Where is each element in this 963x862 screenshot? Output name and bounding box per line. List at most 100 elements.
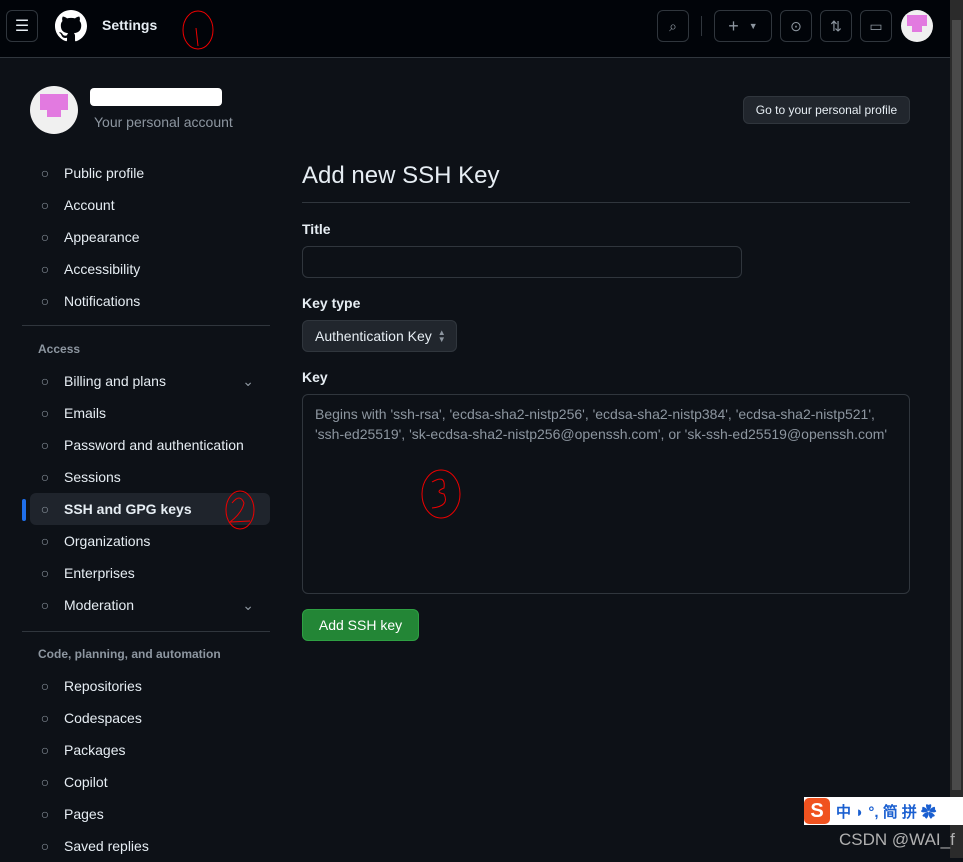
sidebar-item-label: Organizations <box>64 533 151 549</box>
sidebar-item-codespaces[interactable]: ○ Codespaces <box>30 702 270 734</box>
person-icon: ○ <box>40 165 50 181</box>
menu-button[interactable]: ☰ <box>6 10 38 42</box>
sidebar-item-label: Account <box>64 197 115 213</box>
ime-toolbar: S 中 ◗ °, 简 拼 ✿ <box>804 797 963 825</box>
divider <box>22 325 270 326</box>
inbox-button[interactable]: ▭ <box>860 10 892 42</box>
hamburger-icon: ☰ <box>14 18 30 35</box>
sidebar-heading-code: Code, planning, and automation <box>38 647 221 661</box>
annotation-1 <box>182 10 214 50</box>
watermark: CSDN @WAI_f <box>839 830 955 849</box>
key-type-value: Authentication Key <box>315 328 432 344</box>
sidebar-heading-access: Access <box>38 342 81 356</box>
key-textarea[interactable]: Begins with 'ssh-rsa', 'ecdsa-sha2-nistp… <box>302 394 910 594</box>
sidebar-item-notifications[interactable]: ○ Notifications <box>30 285 270 317</box>
bell-icon: ○ <box>40 293 50 309</box>
search-button[interactable]: ⌕ <box>657 10 689 42</box>
browser-icon: ○ <box>40 806 50 822</box>
sidebar-item-accessibility[interactable]: ○ Accessibility <box>30 253 270 285</box>
add-ssh-key-button[interactable]: Add SSH key <box>302 609 419 641</box>
sogou-logo-icon: S <box>804 798 830 824</box>
sidebar-item-public-profile[interactable]: ○ Public profile <box>30 157 270 189</box>
sidebar-item-label: Moderation <box>64 597 135 613</box>
active-indicator <box>22 499 26 521</box>
sidebar-item-label: Codespaces <box>64 710 142 726</box>
globe-icon: ○ <box>40 565 50 581</box>
organization-icon: ○ <box>40 533 50 549</box>
sidebar-item-label: Notifications <box>64 293 141 309</box>
caret-down-icon: ▼ <box>748 21 758 31</box>
select-arrows-icon: ▲ ▼ <box>437 328 446 344</box>
divider <box>701 16 702 36</box>
chevron-down-icon: ⌄ <box>242 596 254 613</box>
inbox-icon: ▭ <box>869 17 883 34</box>
sidebar-item-label: Pages <box>64 806 104 822</box>
key-type-label: Key type <box>302 295 361 311</box>
page-title: Settings <box>102 17 158 33</box>
go-to-profile-button[interactable]: Go to your personal profile <box>743 96 910 124</box>
sidebar-item-emails[interactable]: ○ Emails <box>30 397 270 429</box>
accessibility-icon: ○ <box>40 261 50 277</box>
sidebar-item-label: Password and authentication <box>64 437 244 453</box>
github-logo-icon <box>55 10 87 42</box>
sidebar-item-label: Saved replies <box>64 838 149 854</box>
sidebar-item-enterprises[interactable]: ○ Enterprises <box>30 557 270 589</box>
annotation-2 <box>225 490 255 530</box>
ime-status: 中 ◗ °, 简 拼 ✿ <box>836 803 937 821</box>
shield-icon: ○ <box>40 437 50 453</box>
sidebar-item-password-and-authentication[interactable]: ○ Password and authentication <box>30 429 270 461</box>
pull-requests-button[interactable]: ⇅ <box>820 10 852 42</box>
top-header: ☰ Settings ⌕ + ▼ ⊙ ⇅ ▭ <box>0 0 950 58</box>
chevron-down-icon: ⌄ <box>242 372 254 389</box>
create-new-button[interactable]: + ▼ <box>714 10 772 42</box>
sidebar-item-account[interactable]: ○ Account <box>30 189 270 221</box>
sidebar-item-label: Sessions <box>64 469 121 485</box>
account-avatar <box>30 86 78 134</box>
account-subtitle: Your personal account <box>94 114 233 130</box>
issue-opened-icon: ⊙ <box>790 17 802 34</box>
sidebar-item-repositories[interactable]: ○ Repositories <box>30 670 270 702</box>
codespaces-icon: ○ <box>40 710 50 726</box>
sidebar-item-appearance[interactable]: ○ Appearance <box>30 221 270 253</box>
key-placeholder: Begins with 'ssh-rsa', 'ecdsa-sha2-nistp… <box>315 406 888 442</box>
sidebar-item-label: Emails <box>64 405 107 421</box>
paintbrush-icon: ○ <box>40 229 50 245</box>
report-icon: ○ <box>40 597 50 613</box>
key-icon: ○ <box>40 501 50 517</box>
sidebar-item-billing-and-plans[interactable]: ○ Billing and plans ⌄ <box>30 365 270 397</box>
sidebar-item-label: Repositories <box>64 678 142 694</box>
repo-icon: ○ <box>40 678 50 694</box>
key-type-select[interactable]: Authentication Key ▲ ▼ <box>302 320 457 352</box>
scrollbar[interactable] <box>950 0 963 858</box>
sidebar-item-label: Enterprises <box>64 565 135 581</box>
redacted-username <box>90 88 222 106</box>
sidebar-item-copilot[interactable]: ○ Copilot <box>30 766 270 798</box>
sidebar-item-label: Accessibility <box>64 261 141 277</box>
sidebar-item-label: Billing and plans <box>64 373 166 389</box>
sidebar-item-pages[interactable]: ○ Pages <box>30 798 270 830</box>
mail-icon: ○ <box>40 405 50 421</box>
main-title: Add new SSH Key <box>302 162 500 189</box>
sidebar-item-label: SSH and GPG keys <box>64 501 192 517</box>
sidebar-item-label: Public profile <box>64 165 145 181</box>
title-input[interactable] <box>302 246 742 278</box>
package-icon: ○ <box>40 742 50 758</box>
sidebar-item-label: Packages <box>64 742 126 758</box>
sidebar-item-moderation[interactable]: ○ Moderation ⌄ <box>30 589 270 621</box>
divider <box>22 631 270 632</box>
sidebar-item-label: Copilot <box>64 774 108 790</box>
search-icon: ⌕ <box>669 17 677 34</box>
reply-icon: ○ <box>40 838 50 854</box>
avatar[interactable] <box>901 10 933 42</box>
gear-icon: ○ <box>40 197 50 213</box>
key-label: Key <box>302 369 328 385</box>
title-label: Title <box>302 221 331 237</box>
sidebar-item-label: Appearance <box>64 229 140 245</box>
credit-card-icon: ○ <box>40 373 50 389</box>
broadcast-icon: ○ <box>40 469 50 485</box>
git-pull-request-icon: ⇅ <box>830 17 842 34</box>
copilot-icon: ○ <box>40 774 50 790</box>
issues-button[interactable]: ⊙ <box>780 10 812 42</box>
sidebar-item-saved-replies[interactable]: ○ Saved replies <box>30 830 270 862</box>
sidebar-item-packages[interactable]: ○ Packages <box>30 734 270 766</box>
